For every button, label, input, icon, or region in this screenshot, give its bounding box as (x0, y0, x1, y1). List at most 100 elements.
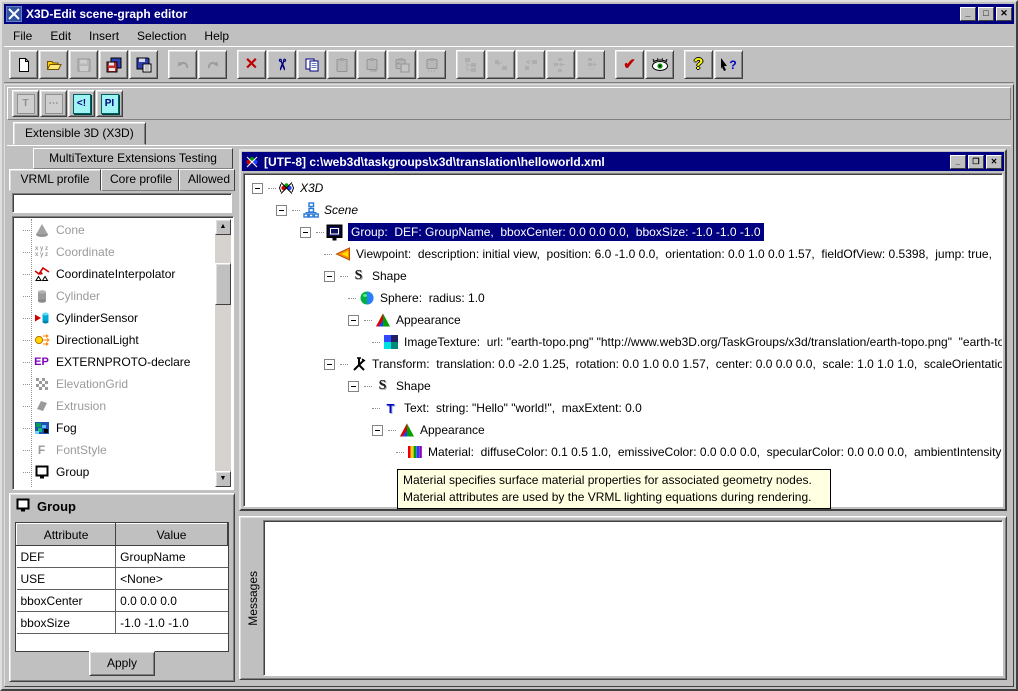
palette-node-directional-light[interactable]: DirectionalLight (15, 329, 215, 351)
collapse-toggle[interactable] (348, 381, 359, 392)
save-icon (76, 57, 92, 73)
tree-node-material[interactable]: Material: diffuseColor: 0.1 0.5 1.0, emi… (244, 441, 1002, 463)
copy-node-button[interactable] (297, 50, 326, 79)
tree-node-text[interactable]: T Text: string: "Hello" "world!", maxExt… (244, 397, 1002, 419)
collapse-toggle[interactable] (324, 359, 335, 370)
help-cursor-icon (720, 57, 729, 72)
collapse-toggle[interactable] (300, 227, 311, 238)
palette-node-coordinate-interpolator[interactable]: CoordinateInterpolator (15, 263, 215, 285)
pi-scroll-icon: PI (101, 94, 119, 114)
menu-edit[interactable]: Edit (41, 26, 80, 46)
cut-icon: ✂ (274, 58, 289, 71)
toolbar-separator (159, 47, 168, 82)
column-header-value[interactable]: Value (116, 524, 228, 546)
apply-button[interactable]: Apply (89, 651, 155, 676)
scroll-up-button[interactable]: ▲ (215, 219, 231, 235)
move-node-in-button (486, 50, 515, 79)
preview-scene-button[interactable] (645, 50, 674, 79)
toolbar-separator (447, 47, 456, 82)
minimize-button[interactable]: _ (960, 7, 976, 21)
xml-toolbar: T ⋯ <! PI (7, 87, 1011, 120)
palette-node-cylinder-sensor[interactable]: CylinderSensor (15, 307, 215, 329)
attribute-name-cell[interactable]: bboxSize (17, 612, 116, 634)
material-icon (406, 444, 423, 461)
palette-filter-input[interactable] (12, 193, 232, 213)
tab-core-profile[interactable]: Core profile (101, 169, 179, 191)
tree-node-shape[interactable]: S Shape (244, 265, 1002, 287)
cut-node-button[interactable]: ✂ (267, 50, 296, 79)
attribute-value-cell[interactable]: 0.0 0.0 0.0 (116, 590, 228, 612)
save-copy-button[interactable] (129, 50, 158, 79)
menu-selection[interactable]: Selection (128, 26, 195, 46)
attribute-name-cell[interactable]: bboxCenter (17, 590, 116, 612)
tab-allowed[interactable]: Allowed (179, 169, 235, 191)
menu-file[interactable]: File (4, 26, 41, 46)
menu-insert[interactable]: Insert (80, 26, 128, 46)
scrollbar-thumb[interactable] (215, 263, 231, 305)
tab-multitexture-extensions[interactable]: MultiTexture Extensions Testing (33, 148, 233, 169)
attribute-name-cell[interactable]: USE (17, 568, 116, 590)
attribute-name-cell[interactable]: DEF (17, 546, 116, 568)
tree-node-imagetexture[interactable]: ImageTexture: url: "earth-topo.png" "htt… (244, 331, 1002, 353)
cone-icon (33, 222, 50, 238)
attribute-value-cell[interactable]: -1.0 -1.0 -1.0 (116, 612, 228, 634)
doctype-button[interactable]: <! (68, 90, 95, 117)
menubar: File Edit Insert Selection Help (4, 26, 1014, 46)
palette-scrollbar[interactable]: ▲ ▼ (215, 219, 231, 487)
processing-instruction-button[interactable]: PI (96, 90, 123, 117)
extrusion-icon (33, 398, 50, 414)
viewpoint-icon (334, 246, 351, 263)
eye-icon (651, 57, 669, 73)
image-texture-icon (382, 334, 399, 351)
open-file-button[interactable] (39, 50, 68, 79)
tree-node-appearance[interactable]: Appearance (244, 309, 1002, 331)
context-help-button[interactable]: ? (714, 50, 743, 79)
undo-icon (175, 57, 191, 73)
tree-node-x3d[interactable]: X3D (244, 177, 1002, 199)
tree-node-appearance[interactable]: Appearance (244, 419, 1002, 441)
column-header-attribute[interactable]: Attribute (17, 524, 116, 546)
menu-help[interactable]: Help (195, 26, 238, 46)
tab-extensible-3d[interactable]: Extensible 3D (X3D) (13, 122, 146, 145)
collapse-toggle[interactable] (252, 183, 263, 194)
save-all-button[interactable] (99, 50, 128, 79)
collapse-toggle[interactable] (348, 315, 359, 326)
document-restore-button[interactable]: ❐ (968, 155, 984, 169)
scene-icon (302, 202, 319, 219)
x3d-icon (278, 180, 295, 197)
node-split-icon (583, 57, 599, 73)
document-titlebar: [UTF-8] c:\web3d\taskgroups\x3d\translat… (242, 152, 1004, 171)
validate-check-icon: ✔ (623, 57, 636, 72)
collapse-toggle[interactable] (324, 271, 335, 282)
palette-node-externproto[interactable]: EPEXTERNPROTO-declare (15, 351, 215, 373)
help-button[interactable]: ? (684, 50, 713, 79)
document-minimize-button[interactable]: _ (950, 155, 966, 169)
collapse-toggle[interactable] (372, 425, 383, 436)
tree-node-scene[interactable]: Scene (244, 199, 1002, 221)
titlebar: X3D-Edit scene-graph editor _ □ ✕ (4, 4, 1014, 24)
tree-node-shape[interactable]: S Shape (244, 375, 1002, 397)
validate-scene-button[interactable]: ✔ (615, 50, 644, 79)
delete-node-button[interactable]: ✕ (237, 50, 266, 79)
toolbar-separator (675, 47, 684, 82)
close-button[interactable]: ✕ (996, 7, 1012, 21)
collapse-toggle[interactable] (276, 205, 287, 216)
new-document-button[interactable] (9, 50, 38, 79)
palette-node-fog[interactable]: Fog (15, 417, 215, 439)
tree-node-viewpoint[interactable]: Viewpoint: description: initial view, po… (244, 243, 1002, 265)
maximize-button[interactable]: □ (978, 7, 994, 21)
text-node-button: T (12, 90, 39, 117)
document-close-button[interactable]: ✕ (986, 155, 1002, 169)
tab-vrml-profile[interactable]: VRML profile (9, 169, 101, 191)
comment-node-button: ⋯ (40, 90, 67, 117)
scroll-down-button[interactable]: ▼ (215, 471, 231, 487)
palette-node-group[interactable]: Group (15, 461, 215, 483)
palette-node-extrusion: Extrusion (15, 395, 215, 417)
attribute-value-cell[interactable]: GroupName (116, 546, 228, 568)
attribute-value-cell[interactable]: <None> (116, 568, 228, 590)
tree-node-sphere[interactable]: Sphere: radius: 1.0 (244, 287, 1002, 309)
group-icon (326, 224, 343, 241)
paste-node-button (327, 50, 356, 79)
tree-node-group[interactable]: Group: DEF: GroupName, bboxCenter: 0.0 0… (244, 221, 1002, 243)
tree-node-transform[interactable]: Transform: translation: 0.0 -2.0 1.25, r… (244, 353, 1002, 375)
